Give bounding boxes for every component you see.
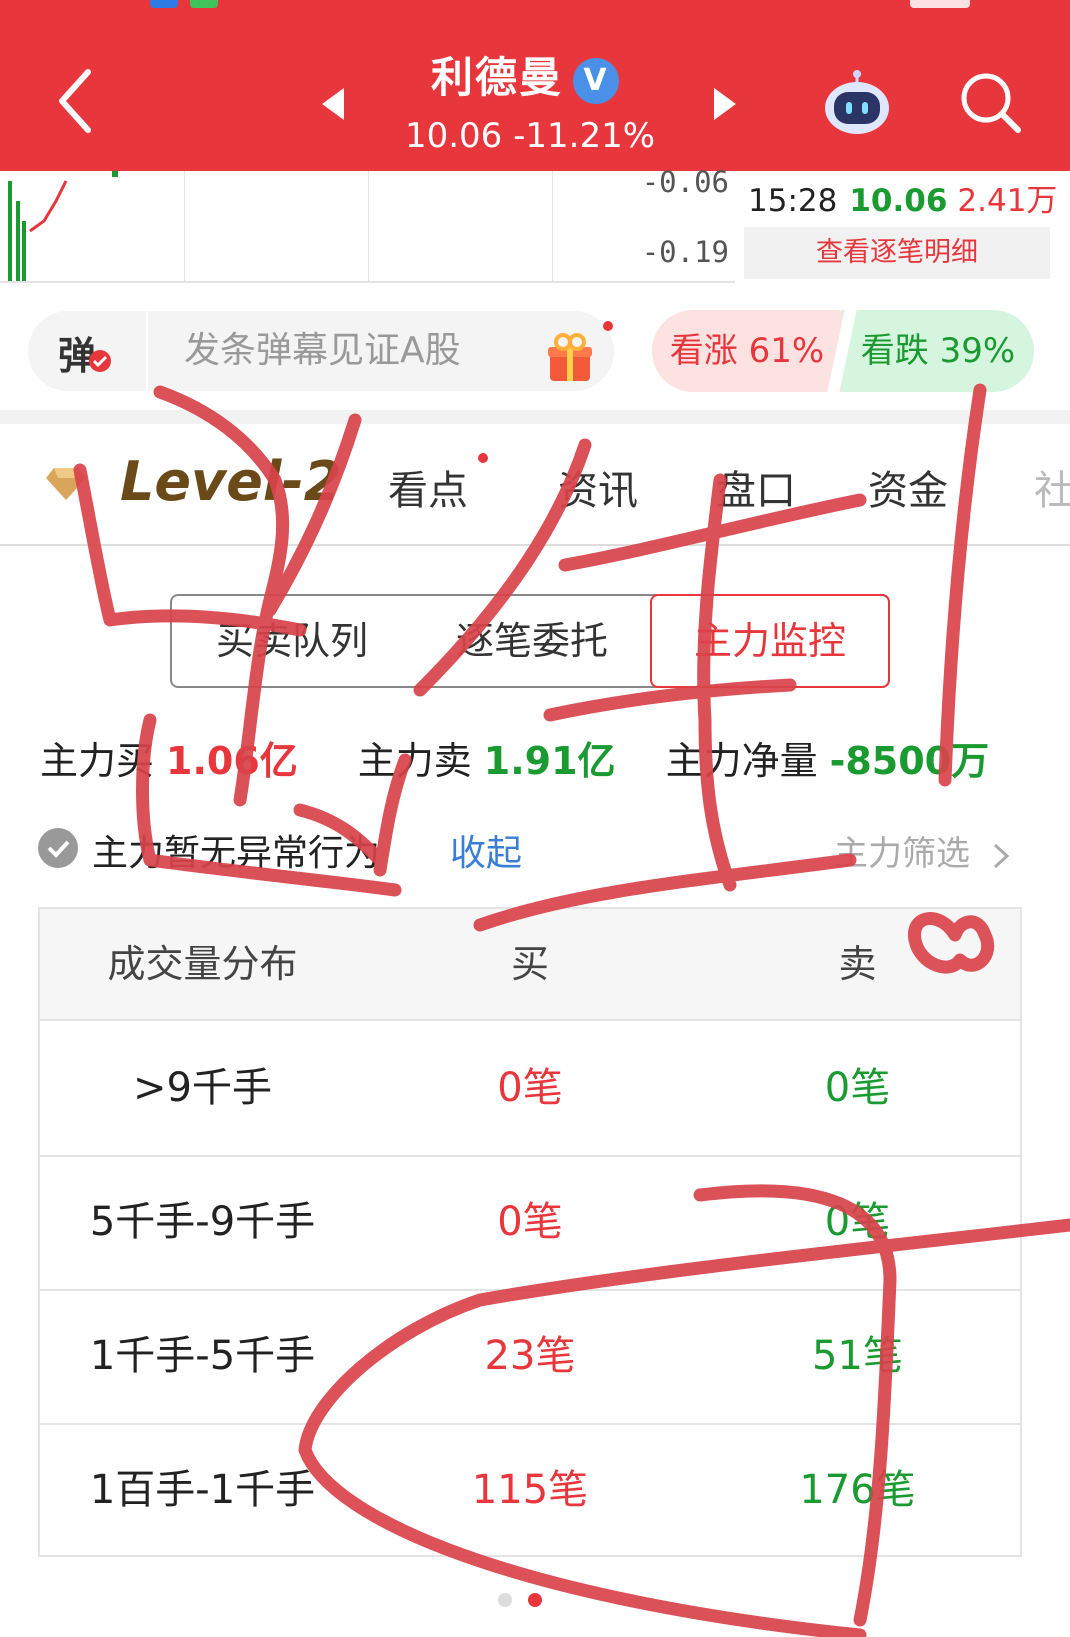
header-distribution: 成交量分布: [107, 942, 298, 986]
stock-price-change: 10.06 -11.21%: [404, 116, 656, 156]
buy-count-cell: 0笔: [497, 1065, 563, 1111]
notification-dot: [603, 321, 613, 331]
check-badge-icon: [89, 350, 111, 372]
notice-text: 主力暂无异常行为: [92, 833, 381, 874]
filter-label: 主力筛选: [834, 834, 970, 874]
tab-order-book[interactable]: 盘口: [716, 458, 796, 516]
stock-name: 利德曼: [430, 53, 563, 102]
buy-count-cell: 0笔: [497, 1199, 563, 1245]
tick-volume: 2.41万: [957, 183, 1058, 219]
sell-count-cell: 0笔: [824, 1199, 891, 1245]
table-row: 5千手-9千手 0笔 0笔: [40, 1155, 1020, 1291]
main-sell-value: 1.91亿: [483, 739, 616, 783]
tick-panel: 15:28 10.06 2.41万 查看逐笔明细: [738, 171, 1057, 283]
search-icon[interactable]: [958, 70, 1022, 134]
latest-tick: 15:28 10.06 2.41万: [748, 175, 1057, 220]
tab-news[interactable]: 资讯: [558, 458, 638, 516]
diamond-icon: [46, 468, 86, 500]
intraday-chart: -0.06 -0.19: [0, 165, 735, 283]
table-row: 1千手-5千手 23笔 51笔: [40, 1289, 1020, 1425]
range-cell: >9千手: [133, 1065, 272, 1111]
tick-time: 15:28: [748, 183, 838, 219]
danmu-input[interactable]: 发条弹幕见证A股: [148, 311, 614, 391]
danmu-sentiment-row: 弹 发条弹幕见证A股 看涨 61% 看跌 39%: [0, 300, 1070, 400]
check-circle-icon: [38, 828, 78, 868]
vote-bullish-button[interactable]: 看涨 61%: [652, 310, 842, 392]
stock-header: 利德曼 V 10.06 -11.21%: [0, 0, 1070, 171]
range-cell: 1千手-5千手: [89, 1333, 316, 1379]
main-force-filter-button[interactable]: 主力筛选: [834, 826, 1011, 875]
robot-assistant-icon[interactable]: [822, 68, 892, 138]
axis-label-top: -0.06: [641, 165, 729, 199]
volume-bars: [8, 171, 118, 281]
next-stock-triangle-icon[interactable]: [710, 84, 740, 124]
tab-level2[interactable]: Level-2: [46, 448, 346, 528]
verified-badge-icon: V: [573, 57, 619, 104]
back-arrow-icon[interactable]: [52, 66, 112, 136]
tab-notification-dot: [478, 453, 488, 463]
danmu-toggle-button[interactable]: 弹: [28, 311, 146, 391]
status-bar: [0, 0, 1070, 14]
header-buy: 买: [510, 942, 549, 986]
chart-grid-line: [368, 171, 369, 283]
view-tick-detail-button[interactable]: 查看逐笔明细: [744, 227, 1050, 279]
range-cell: 5千手-9千手: [89, 1199, 316, 1245]
stock-title: 利德曼 V: [380, 44, 670, 105]
table-row: >9千手 0笔 0笔: [40, 1021, 1020, 1157]
page-indicator: [498, 1593, 542, 1607]
tab-kandian[interactable]: 看点: [388, 458, 468, 516]
gift-icon[interactable]: [546, 333, 594, 383]
detail-tabs: Level-2 看点 资讯 盘口 资金 社: [0, 424, 1070, 546]
main-force-stats: 主力买 1.06亿 主力卖 1.91亿 主力净量 -8500万: [40, 730, 1060, 790]
segment-order-queue[interactable]: 买卖队列: [172, 596, 412, 686]
buy-count-cell: 23笔: [484, 1333, 576, 1379]
main-net-label: 主力净量: [665, 739, 818, 783]
tab-community[interactable]: 社: [1034, 458, 1070, 516]
main-buy-label: 主力买: [40, 739, 155, 783]
sell-count-cell: 176笔: [799, 1467, 916, 1513]
table-row: 1百手-1千手 115笔 176笔: [40, 1423, 1020, 1557]
active-tab-indicator: [192, 114, 238, 120]
vote-bearish-button[interactable]: 看跌 39%: [842, 310, 1034, 392]
main-sell-label: 主力卖: [357, 739, 472, 783]
main-buy-value: 1.06亿: [166, 739, 298, 783]
chart-grid-line: [184, 171, 185, 283]
range-cell: 1百手-1千手: [89, 1467, 316, 1513]
chart-grid-line: [552, 171, 553, 283]
table-header: 成交量分布 买 卖: [40, 909, 1020, 1021]
section-separator: [0, 410, 1070, 424]
main-net-value: -8500万: [829, 739, 990, 783]
volume-distribution-table: 成交量分布 买 卖 >9千手 0笔 0笔 5千手-9千手 0笔 0笔 1千手-5…: [38, 907, 1022, 1557]
segment-order-by-order[interactable]: 逐笔委托: [412, 596, 652, 686]
sell-count-cell: 0笔: [824, 1065, 891, 1111]
buy-count-cell: 115笔: [471, 1467, 589, 1513]
level2-label: Level-2: [120, 450, 342, 513]
collapse-link[interactable]: 收起: [450, 824, 522, 876]
axis-label-bottom: -0.19: [641, 235, 729, 269]
prev-stock-triangle-icon[interactable]: [318, 84, 348, 124]
main-force-notice: 主力暂无异常行为 收起 主力筛选: [38, 822, 1048, 882]
chevron-right-icon: [993, 843, 1010, 868]
sell-count-cell: 51笔: [812, 1333, 903, 1379]
tab-funds[interactable]: 资金: [868, 458, 948, 516]
segment-main-force-monitor[interactable]: 主力监控: [650, 594, 890, 688]
header-sell: 卖: [838, 942, 877, 986]
tick-price: 10.06: [849, 183, 948, 219]
